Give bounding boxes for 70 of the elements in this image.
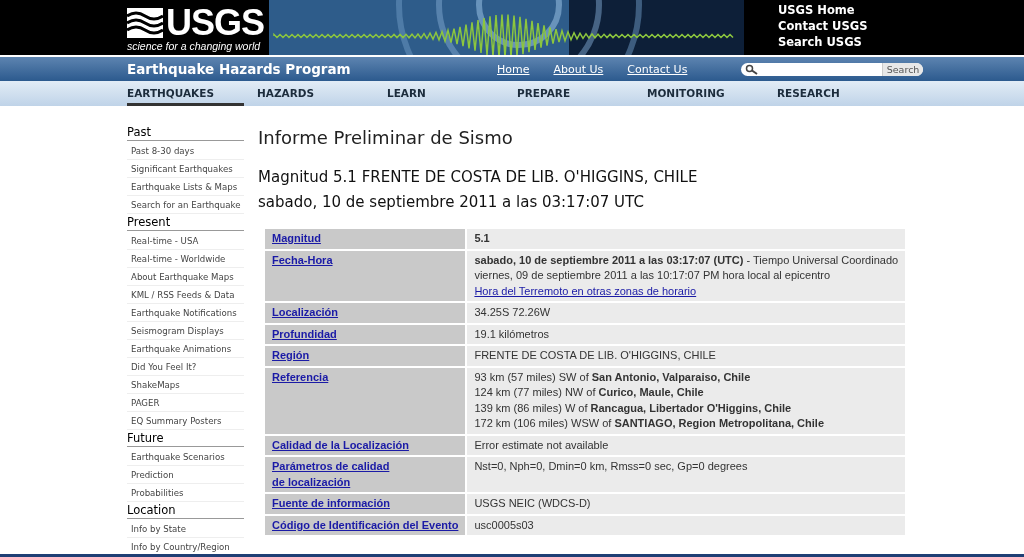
timezone-link[interactable]: Hora del Terremoto en otras zonas de horario (474, 283, 899, 299)
sidebar-link[interactable]: ShakeMaps (127, 376, 244, 394)
value-text: FRENTE DE COSTA DE LIB. O'HIGGINS, CHILE (474, 348, 717, 363)
sidebar-link[interactable]: Significant Earthquakes (127, 160, 244, 178)
top-link[interactable]: Home (497, 62, 530, 76)
top-link[interactable]: Contact Us (627, 62, 688, 76)
value-text: 124 km (77 miles) NW of Curico, Maule, Chile (474, 385, 705, 400)
sidebar-heading: Future (127, 430, 244, 447)
value-text: viernes, 09 de septiembre 2011 a las 10:17:07 PM hora local al epicentro (474, 268, 832, 283)
field-link[interactable]: Región (272, 348, 310, 364)
sidebar-heading: Present (127, 214, 244, 231)
sidebar-link[interactable]: Earthquake Lists & Maps (127, 178, 244, 196)
sidebar-link[interactable]: Info by State (127, 520, 244, 538)
field-link[interactable]: Calidad de la Localización (272, 437, 409, 453)
sidebar-link[interactable]: Seismogram Displays (127, 322, 244, 340)
nav-tab[interactable]: LEARN (387, 81, 517, 106)
nav-tab[interactable]: PREPARE (517, 81, 647, 106)
value-text: 139 km (86 miles) W of Rancagua, Libertador O'Higgins, Chile (474, 400, 793, 416)
field-link[interactable]: Profundidad (272, 326, 337, 342)
value-text: 19.1 kilómetros (474, 326, 550, 342)
sidebar-link[interactable]: Did You Feel It? (127, 358, 244, 376)
sidebar-link[interactable]: Past 8-30 days (127, 142, 244, 160)
sidebar-link[interactable]: KML / RSS Feeds & Data (127, 286, 244, 304)
sidebar-link[interactable]: PAGER (127, 394, 244, 412)
value-text: Error estimate not available (474, 437, 610, 453)
sidebar-link[interactable]: Earthquake Animations (127, 340, 244, 358)
sidebar-heading: Location (127, 502, 244, 519)
value-text: 172 km (106 miles) WSW of SANTIAGO, Region Metropolitana, Chile (474, 416, 825, 431)
value-text: 5.1 (474, 231, 491, 246)
value-text: Nst=0, Nph=0, Dmin=0 km, Rmss=0 sec, Gp=0 degrees (474, 459, 749, 474)
logo-icon (127, 7, 163, 38)
value-text: USGS NEIC (WDCS-D) (474, 496, 592, 511)
event-date: sabado, 10 de septiembre 2011 a las 03:17:07 UTC (258, 192, 645, 213)
search-button[interactable]: Search (881, 62, 924, 76)
header-link[interactable]: Search USGS (778, 35, 1024, 50)
sidebar-link[interactable]: Prediction (127, 466, 244, 484)
top-link[interactable]: About Us (553, 62, 604, 76)
sidebar-link[interactable]: About Earthquake Maps (127, 268, 244, 286)
value-text: 93 km (57 miles) SW of San Antonio, Valparaiso, Chile (474, 369, 752, 385)
value-text: sabado, 10 de septiembre 2011 a las 03:17:07 (UTC) - Tiempo Universal Coordinado (474, 252, 899, 268)
header-link[interactable]: USGS Home (778, 3, 1024, 18)
nav-tab[interactable]: HAZARDS (257, 81, 387, 106)
nav-tab[interactable]: EARTHQUAKES (127, 81, 244, 106)
event-title: Magnitud 5.1 FRENTE DE COSTA DE LIB. O'HIGGINS, CHILE (258, 167, 699, 188)
field-link[interactable]: Referencia (272, 369, 329, 385)
program-title: Earthquake Hazards Program (127, 61, 352, 77)
field-link[interactable]: Magnitud (272, 231, 321, 247)
value-text: usc0005s03 (474, 517, 535, 533)
nav-tab[interactable]: RESEARCH (777, 81, 907, 106)
sidebar-link[interactable]: Real-time - Worldwide (127, 250, 244, 268)
value-text: 34.25S 72.26W (474, 305, 552, 320)
search-icon (745, 63, 760, 75)
field-link[interactable]: Parámetros de calidad de localización (272, 459, 390, 490)
header-link[interactable]: Contact USGS (778, 19, 1024, 34)
sidebar-link[interactable]: Probabilities (127, 484, 244, 502)
nav-tab[interactable]: MONITORING (647, 81, 777, 106)
field-link[interactable]: Código de Identificación del Evento (272, 517, 459, 533)
field-link[interactable]: Fuente de información (272, 496, 390, 512)
sidebar-link[interactable]: Real-time - USA (127, 232, 244, 250)
search-field[interactable]: Search (741, 62, 924, 76)
page-title: Informe Preliminar de Sismo (258, 127, 514, 149)
field-link[interactable]: Localización (272, 305, 339, 321)
sidebar-link[interactable]: EQ Summary Posters (127, 412, 244, 430)
sidebar-link[interactable]: Earthquake Scenarios (127, 448, 244, 466)
sidebar-heading: Past (127, 124, 244, 141)
sidebar-link[interactable]: Earthquake Notifications (127, 304, 244, 322)
logo-text: USGS (166, 5, 265, 40)
sidebar-link[interactable]: Search for an Earthquake (127, 196, 244, 214)
field-link[interactable]: Fecha-Hora (272, 252, 333, 268)
logo-tagline: science for a changing world (127, 39, 262, 52)
